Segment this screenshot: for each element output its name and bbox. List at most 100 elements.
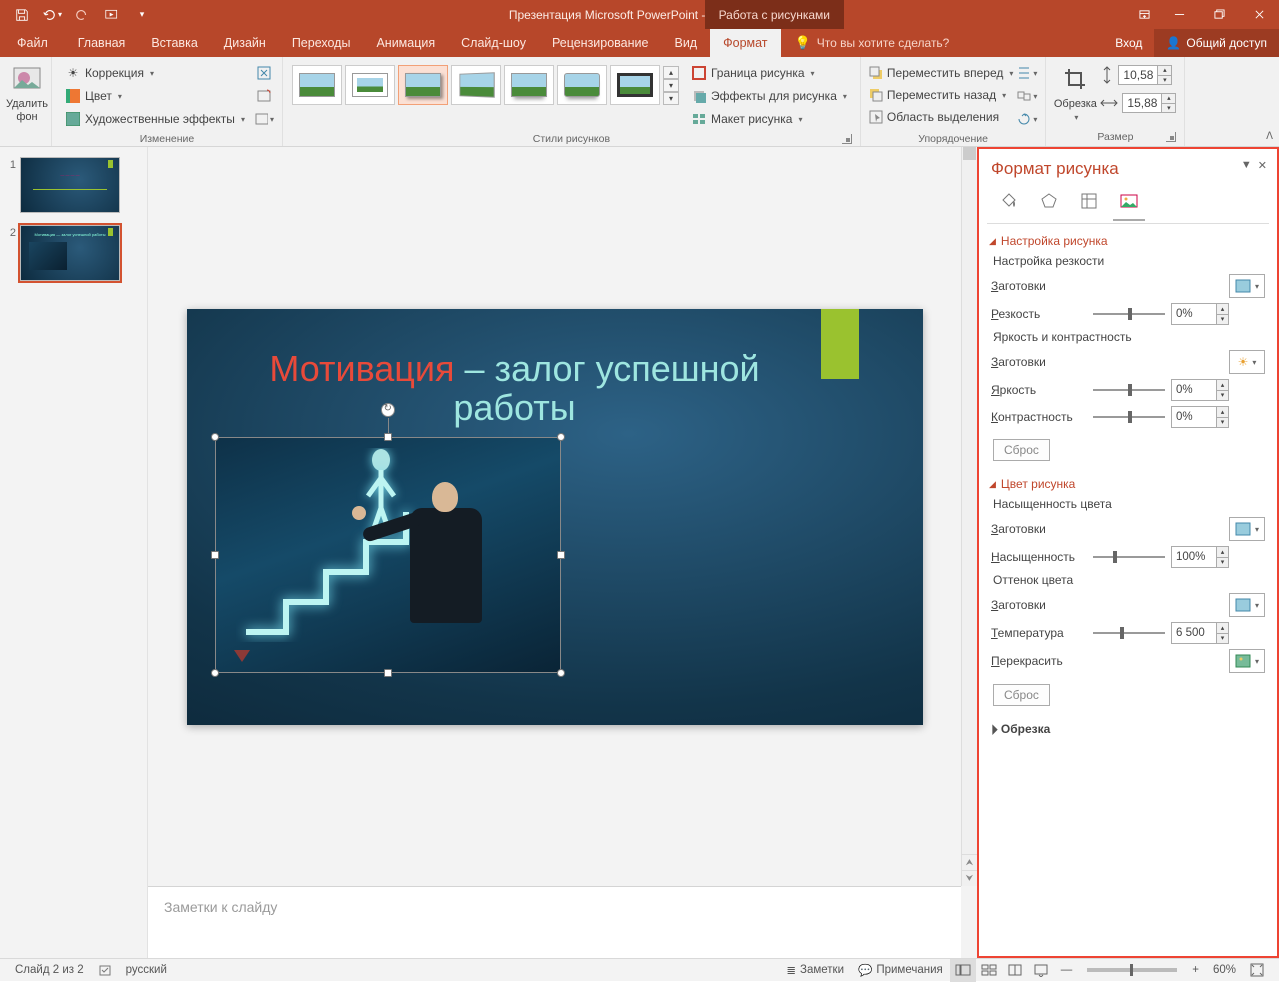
brightness-input[interactable]: 0%▴▾ (1171, 379, 1229, 401)
section-picture-color[interactable]: ◢Цвет рисунка (989, 477, 1265, 491)
pane-tab-fill-icon[interactable] (997, 189, 1021, 213)
slideshow-view-icon[interactable] (1028, 959, 1054, 982)
bc-presets-button[interactable]: ☀▾ (1229, 350, 1265, 374)
prev-slide-icon[interactable]: ⮝ (962, 854, 977, 870)
notes-button[interactable]: ≣Заметки (779, 959, 851, 982)
contrast-slider[interactable] (1093, 409, 1165, 425)
tab-review[interactable]: Рецензирование (539, 29, 662, 57)
undo-icon[interactable]: ▾ (42, 5, 62, 25)
minimize-icon[interactable] (1159, 0, 1199, 29)
tab-insert[interactable]: Вставка (138, 29, 210, 57)
zoom-slider[interactable] (1087, 968, 1177, 972)
collapse-ribbon-icon[interactable]: ᐱ (1266, 131, 1273, 142)
slide-sorter-view-icon[interactable] (976, 959, 1002, 982)
comments-button[interactable]: 💬Примечания (851, 959, 950, 982)
ribbon-display-options-icon[interactable] (1129, 0, 1159, 29)
language-button[interactable]: русский (119, 959, 174, 982)
resize-handle-ne[interactable] (557, 433, 565, 441)
resize-handle-se[interactable] (557, 669, 565, 677)
pane-options-icon[interactable]: ▼ (1241, 159, 1252, 172)
crop-button[interactable]: Обрезка▾ (1052, 61, 1098, 124)
style-thumb-3[interactable] (398, 65, 448, 105)
sharpness-slider[interactable] (1093, 306, 1165, 322)
normal-view-icon[interactable] (950, 959, 976, 982)
style-thumb-6[interactable] (557, 65, 607, 105)
send-backward-button[interactable]: Переместить назад▾ (869, 85, 1014, 105)
save-icon[interactable] (12, 5, 32, 25)
resize-handle-sw[interactable] (211, 669, 219, 677)
vertical-scrollbar[interactable]: ⮝⮟ (961, 147, 977, 886)
resize-handle-n[interactable] (384, 433, 392, 441)
tab-format[interactable]: Формат (710, 29, 780, 57)
notes-pane[interactable]: Заметки к слайду (148, 886, 961, 958)
tone-presets-button[interactable]: ▾ (1229, 593, 1265, 617)
slide-counter[interactable]: Слайд 2 из 2 (8, 959, 91, 982)
signin-button[interactable]: Вход (1103, 29, 1154, 57)
artistic-effects-button[interactable]: Художественные эффекты▾ (62, 109, 248, 129)
picture-border-button[interactable]: Граница рисунка▾ (688, 63, 850, 83)
tell-me-search[interactable]: 💡Что вы хотите сделать? (781, 29, 964, 57)
styles-launcher-icon[interactable] (842, 134, 852, 144)
contrast-input[interactable]: 0%▴▾ (1171, 406, 1229, 428)
zoom-level[interactable]: 60% (1206, 959, 1243, 982)
next-slide-icon[interactable]: ⮟ (962, 870, 977, 886)
recolor-button[interactable]: ▾ (1229, 649, 1265, 673)
saturation-slider[interactable] (1093, 549, 1165, 565)
reset-picture-icon[interactable]: ▾ (254, 109, 274, 129)
height-input[interactable]: 10,58 см▴▾ (1118, 65, 1172, 85)
bring-forward-button[interactable]: Переместить вперед▾ (869, 63, 1014, 83)
zoom-in-icon[interactable]: + (1185, 959, 1206, 982)
picture-layout-button[interactable]: Макет рисунка▾ (688, 109, 850, 129)
rotate-button[interactable]: ▾ (1017, 109, 1037, 129)
tab-transitions[interactable]: Переходы (279, 29, 364, 57)
remove-background-button[interactable]: Удалить фон (6, 61, 48, 124)
pane-tab-picture-icon[interactable] (1117, 189, 1141, 213)
tab-animations[interactable]: Анимация (363, 29, 448, 57)
reset-color-button[interactable]: Сброс (993, 684, 1050, 706)
resize-handle-w[interactable] (211, 551, 219, 559)
selection-pane-button[interactable]: Область выделения (869, 107, 1014, 127)
tab-design[interactable]: Дизайн (211, 29, 279, 57)
maximize-icon[interactable] (1199, 0, 1239, 29)
sharpen-presets-button[interactable]: ▾ (1229, 274, 1265, 298)
selected-picture[interactable] (215, 437, 561, 673)
picture-styles-gallery[interactable]: ▴▾▾ (289, 61, 682, 109)
group-button[interactable]: ▾ (1017, 86, 1037, 106)
temperature-input[interactable]: 6 500▴▾ (1171, 622, 1229, 644)
reset-corrections-button[interactable]: Сброс (993, 439, 1050, 461)
thumbnail-1[interactable]: 1 — — — — (6, 157, 141, 213)
redo-icon[interactable] (72, 5, 92, 25)
tab-slideshow[interactable]: Слайд-шоу (448, 29, 539, 57)
style-thumb-4[interactable] (451, 65, 501, 105)
corrections-button[interactable]: ☀Коррекция▾ (62, 63, 248, 83)
picture-effects-button[interactable]: Эффекты для рисунка▾ (688, 86, 850, 106)
change-picture-icon[interactable] (254, 86, 274, 106)
close-icon[interactable] (1239, 0, 1279, 29)
section-picture-corrections[interactable]: ◢Настройка рисунка (989, 234, 1265, 248)
zoom-out-icon[interactable]: — (1054, 959, 1080, 982)
resize-handle-s[interactable] (384, 669, 392, 677)
fit-to-window-icon[interactable] (1243, 959, 1271, 982)
pane-tab-size-icon[interactable] (1077, 189, 1101, 213)
align-button[interactable]: ▾ (1017, 63, 1037, 83)
style-thumb-7[interactable] (610, 65, 660, 105)
temperature-slider[interactable] (1093, 625, 1165, 641)
size-launcher-icon[interactable] (1166, 132, 1176, 142)
pane-close-icon[interactable]: ✕ (1258, 159, 1267, 172)
thumbnail-2[interactable]: 2 Мотивация — залог успешной работы (6, 225, 141, 281)
compress-pictures-icon[interactable] (254, 63, 274, 83)
sat-presets-button[interactable]: ▾ (1229, 517, 1265, 541)
start-from-beginning-icon[interactable] (102, 5, 122, 25)
customize-qat-icon[interactable]: ▾ (132, 5, 152, 25)
spellcheck-icon[interactable] (91, 959, 119, 982)
rotate-handle[interactable] (381, 403, 395, 417)
gallery-scroll[interactable]: ▴▾▾ (663, 66, 679, 105)
reading-view-icon[interactable] (1002, 959, 1028, 982)
color-button[interactable]: Цвет▾ (62, 86, 248, 106)
tab-view[interactable]: Вид (661, 29, 710, 57)
tab-home[interactable]: Главная (65, 29, 139, 57)
pane-tab-effects-icon[interactable] (1037, 189, 1061, 213)
share-button[interactable]: 👤Общий доступ (1154, 29, 1279, 57)
style-thumb-2[interactable] (345, 65, 395, 105)
style-thumb-5[interactable] (504, 65, 554, 105)
